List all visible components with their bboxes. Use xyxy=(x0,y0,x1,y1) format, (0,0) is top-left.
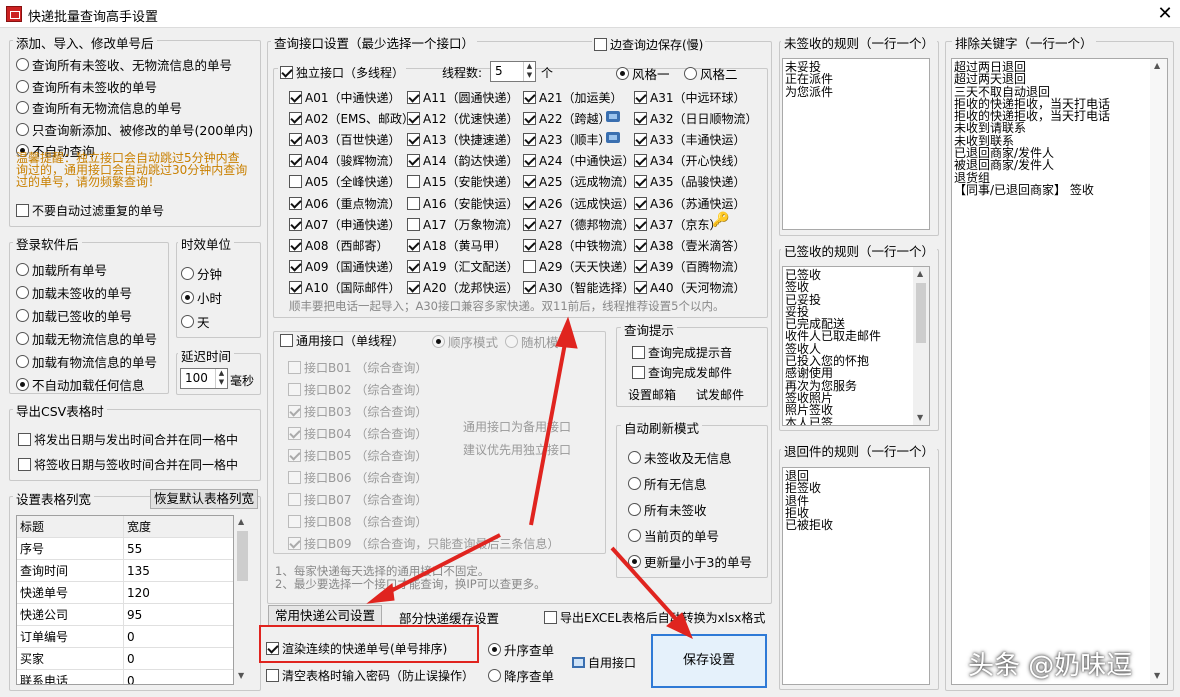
watermark: 头条 @奶味逗 xyxy=(968,651,1133,681)
annotation-arrows xyxy=(366,316,693,640)
